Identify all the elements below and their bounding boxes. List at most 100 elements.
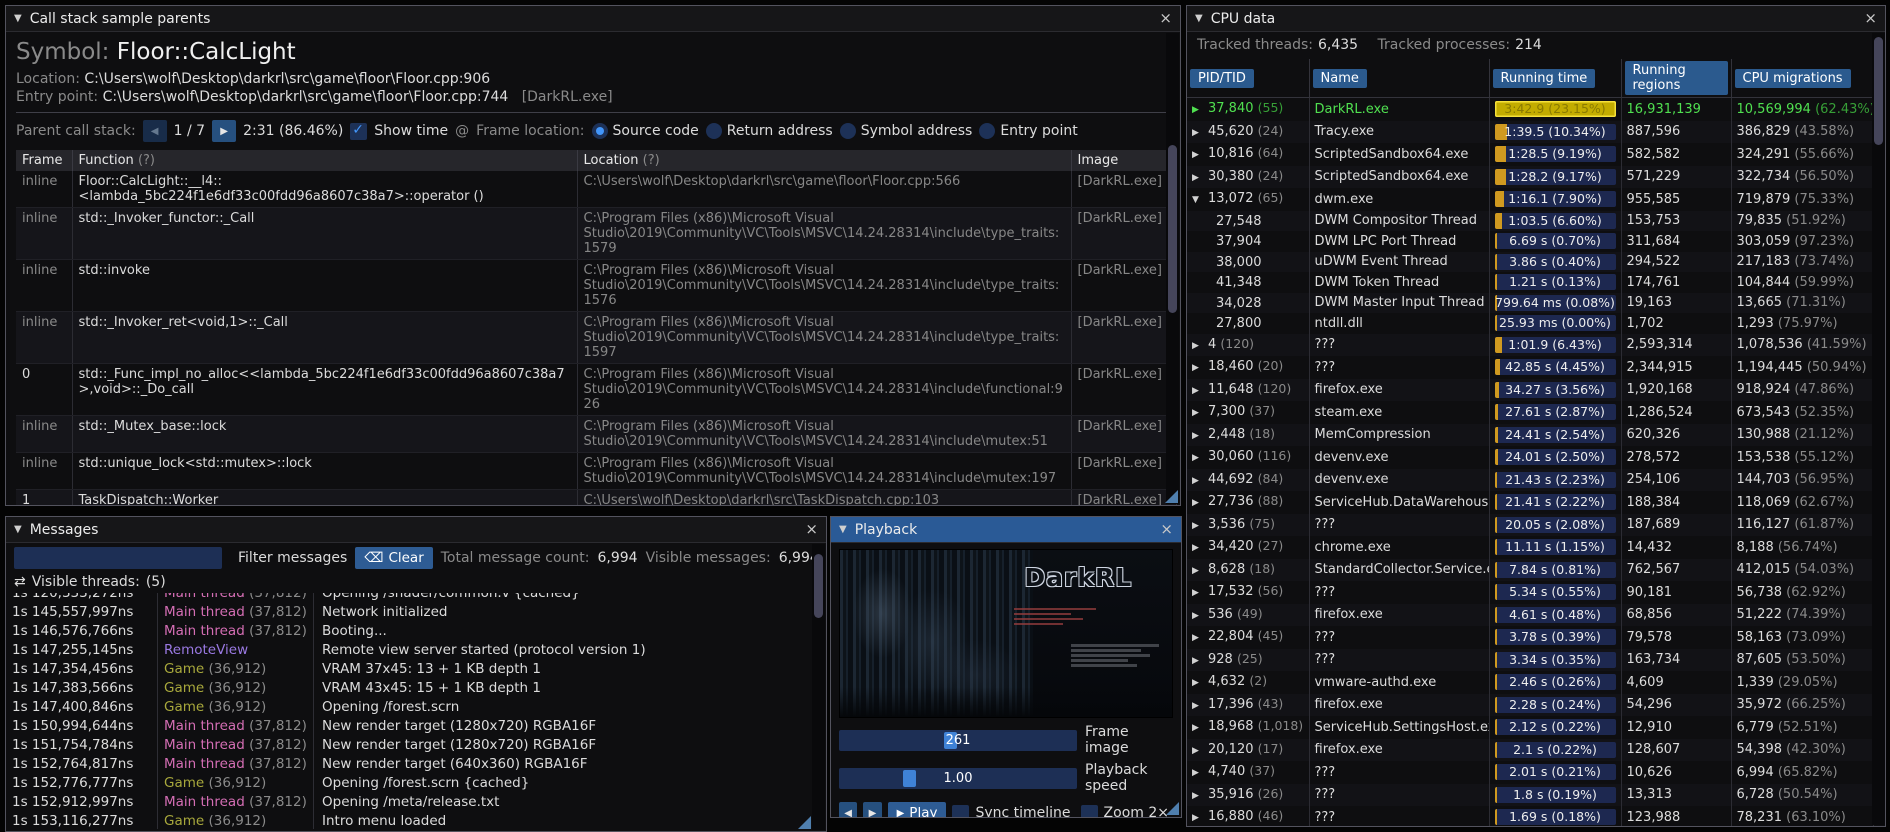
message-filter-input[interactable]	[14, 547, 222, 569]
cpu-process-row[interactable]: ▶ 30,060 (116) devenv.exe 24.01 s (2.50%)…	[1187, 446, 1874, 469]
pid-cell[interactable]: ▶ 30,060 (116)	[1187, 446, 1310, 469]
message-row[interactable]: 1s 146,576,766ns Main thread (37,812) Bo…	[6, 622, 826, 641]
collapse-icon[interactable]: ▼	[14, 524, 22, 535]
col-header-name[interactable]: Name	[1309, 59, 1490, 98]
function-cell[interactable]: std::_Func_impl_no_alloc<<lambda_5bc224f…	[72, 363, 578, 416]
pid-cell[interactable]: ▶ 35,916 (26)	[1187, 783, 1310, 806]
function-cell[interactable]: Floor::CalcLight::__l4::<lambda_5bc224f1…	[72, 171, 578, 208]
pid-cell[interactable]: ▶ 34,420 (27)	[1187, 536, 1310, 559]
message-row[interactable]: 1s 152,912,997ns Main thread (37,812) Op…	[6, 793, 826, 812]
expand-icon[interactable]: ▶	[1192, 169, 1208, 189]
pid-cell[interactable]: ▶ 17,396 (43)	[1187, 693, 1310, 717]
expand-icon[interactable]: ▶	[1192, 674, 1208, 694]
playback-titlebar[interactable]: ▼ Playback ×	[831, 517, 1181, 543]
cpu-process-row[interactable]: ▶ 20,120 (17) firefox.exe 2.1 s (0.22%) 1…	[1187, 738, 1874, 761]
expand-icon[interactable]: ▶	[1192, 652, 1208, 672]
cpu-process-row[interactable]: ▶ 8,628 (18) StandardCollector.Service.e …	[1187, 558, 1874, 582]
expand-icon[interactable]: ▶	[1192, 404, 1208, 424]
expand-icon[interactable]: ▶	[1192, 472, 1208, 492]
message-row[interactable]: 1s 147,354,456ns Game (36,912) VRAM 37x4…	[6, 660, 826, 679]
location-cell[interactable]: C:\Program Files (x86)\Microsoft Visual …	[577, 452, 1072, 490]
zoom-2x-checkbox[interactable]	[1080, 804, 1098, 817]
function-cell[interactable]: std::invoke	[72, 259, 578, 312]
clear-button[interactable]: ⌫ Clear	[355, 547, 433, 569]
radio-icon[interactable]	[591, 123, 608, 139]
message-row[interactable]: 1s 151,754,784ns Main thread (37,812) Ne…	[6, 736, 826, 755]
callstack-frame-row[interactable]: 0 std::_Func_impl_no_alloc<<lambda_5bc22…	[16, 363, 1177, 416]
close-icon[interactable]: ×	[805, 522, 818, 537]
expand-icon[interactable]: ▶	[1192, 629, 1208, 649]
function-cell[interactable]: TaskDispatch::Worker	[72, 489, 578, 505]
pid-cell[interactable]: ▼ 13,072 (65)	[1187, 188, 1310, 211]
pid-cell[interactable]: ▶ 7,300 (37)	[1187, 401, 1310, 424]
col-header-pid[interactable]: PID/TID	[1187, 59, 1310, 98]
expand-icon[interactable]: ▶	[1192, 101, 1208, 121]
pid-cell[interactable]: 38,000	[1187, 251, 1310, 272]
expand-icon[interactable]: ▼	[1192, 191, 1208, 211]
pid-cell[interactable]: 34,028	[1187, 292, 1310, 313]
message-row[interactable]: 1s 147,400,846ns Game (36,912) Opening /…	[6, 698, 826, 717]
frame-location-radio[interactable]: Symbol address	[839, 123, 972, 139]
frame-location-radio[interactable]: Source code	[591, 123, 699, 139]
pid-cell[interactable]: ▶ 18,968 (1,018)	[1187, 716, 1310, 739]
message-row[interactable]: 1s 147,255,145ns RemoteView (18,796) Rem…	[6, 641, 826, 660]
cpu-process-row[interactable]: 34,028 DWM Master Input Thread 799.64 ms…	[1187, 292, 1874, 313]
expand-icon[interactable]: ▶	[1192, 382, 1208, 402]
cpu-process-row[interactable]: 37,904 DWM LPC Port Thread 6.69 s (0.70%…	[1187, 231, 1874, 252]
cpu-process-row[interactable]: ▶ 2,448 (18) MemCompression 24.41 s (2.54…	[1187, 423, 1874, 447]
cpu-process-row[interactable]: 41,348 DWM Token Thread 1.21 s (0.13%) 1…	[1187, 272, 1874, 293]
messages-scrollbar[interactable]	[812, 544, 825, 830]
pid-cell[interactable]: ▶ 8,628 (18)	[1187, 558, 1310, 582]
expand-icon[interactable]: ▶	[1192, 562, 1208, 582]
message-row[interactable]: 1s 153,116,277ns Game (36,912) Intro men…	[6, 812, 826, 829]
pid-cell[interactable]: ▶ 11,648 (120)	[1187, 378, 1310, 402]
next-callstack-button[interactable]: ▶	[212, 120, 237, 142]
cpu-process-row[interactable]: ▶ 17,396 (43) firefox.exe 2.28 s (0.24%) …	[1187, 693, 1874, 717]
cpu-process-row[interactable]: ▶ 18,460 (20) ??? 42.85 s (4.45%) 2,344,9…	[1187, 356, 1874, 379]
collapse-icon[interactable]: ▼	[1195, 13, 1203, 24]
pid-cell[interactable]: ▶ 27,736 (88)	[1187, 491, 1310, 514]
message-row[interactable]: 1s 152,776,777ns Game (36,912) Opening /…	[6, 774, 826, 793]
cpu-process-row[interactable]: ▶ 928 (25) ??? 3.34 s (0.35%) 163,734 87,…	[1187, 648, 1874, 672]
cpu-process-row[interactable]: ▶ 35,916 (26) ??? 1.8 s (0.19%) 13,313 6,…	[1187, 783, 1874, 806]
cpu-scrollbar[interactable]	[1872, 33, 1885, 825]
expand-icon[interactable]: ▶	[1192, 517, 1208, 537]
expand-icon[interactable]: ▶	[1192, 584, 1208, 604]
col-header-cpu-migrations[interactable]: CPU migrations	[1731, 59, 1874, 98]
cpu-process-row[interactable]: ▶ 4,632 (2) vmware-authd.exe 2.46 s (0.26…	[1187, 671, 1874, 694]
close-icon[interactable]: ×	[1864, 11, 1877, 26]
location-cell[interactable]: C:\Users\wolf\Desktop\darkrl\src\TaskDis…	[577, 489, 1072, 505]
expand-icon[interactable]: ▶	[1192, 809, 1208, 826]
pid-cell[interactable]: 41,348	[1187, 272, 1310, 293]
resize-grip[interactable]	[1166, 802, 1179, 815]
cpu-process-row[interactable]: ▶ 44,692 (84) devenv.exe 21.43 s (2.23%) …	[1187, 468, 1874, 492]
cpu-process-row[interactable]: ▶ 3,536 (75) ??? 20.05 s (2.08%) 187,689 …	[1187, 513, 1874, 537]
pid-cell[interactable]: ▶ 4 (120)	[1187, 333, 1310, 356]
location-cell[interactable]: C:\Program Files (x86)\Microsoft Visual …	[577, 259, 1072, 312]
callstack-titlebar[interactable]: ▼ Call stack sample parents ×	[6, 6, 1180, 32]
pid-cell[interactable]: ▶ 30,380 (24)	[1187, 165, 1310, 189]
cpu-process-row[interactable]: ▶ 37,840 (55) DarkRL.exe 3:42.9 (23.15%) …	[1187, 97, 1874, 121]
location-cell[interactable]: C:\Program Files (x86)\Microsoft Visual …	[577, 363, 1072, 416]
cpu-process-row[interactable]: ▶ 22,804 (45) ??? 3.78 s (0.39%) 79,578 5…	[1187, 626, 1874, 649]
pid-cell[interactable]: ▶ 45,620 (24)	[1187, 120, 1310, 143]
pid-cell[interactable]: 27,548	[1187, 210, 1310, 231]
cpu-process-row[interactable]: ▶ 27,736 (88) ServiceHub.DataWarehouse 21…	[1187, 491, 1874, 514]
cpu-process-row[interactable]: ▶ 45,620 (24) Tracy.exe 1:39.5 (10.34%) 8…	[1187, 120, 1874, 143]
pid-cell[interactable]: 27,800	[1187, 313, 1310, 334]
message-row[interactable]: 1s 152,764,817ns Main thread (37,812) Ne…	[6, 755, 826, 774]
message-row[interactable]: 1s 150,994,644ns Main thread (37,812) Ne…	[6, 717, 826, 736]
expand-icon[interactable]: ▶	[1192, 607, 1208, 627]
location-cell[interactable]: C:\Program Files (x86)\Microsoft Visual …	[577, 311, 1072, 364]
cpu-process-row[interactable]: ▶ 7,300 (37) steam.exe 27.61 s (2.87%) 1,…	[1187, 401, 1874, 424]
cpu-process-row[interactable]: ▼ 13,072 (65) dwm.exe 1:16.1 (7.90%) 955,…	[1187, 188, 1874, 211]
callstack-scrollbar[interactable]	[1166, 33, 1179, 504]
play-button[interactable]: ▶ Play	[887, 802, 947, 817]
cpu-process-row[interactable]: ▶ 34,420 (27) chrome.exe 11.11 s (1.15%) …	[1187, 536, 1874, 559]
expand-icon[interactable]: ▶	[1192, 427, 1208, 447]
expand-icon[interactable]: ▶	[1192, 539, 1208, 559]
col-header-running-regions[interactable]: Running regions	[1621, 59, 1732, 98]
visible-threads-toggle[interactable]: ⇄ Visible threads: (5)	[6, 573, 826, 593]
callstack-frame-row[interactable]: 1 TaskDispatch::Worker C:\Users\wolf\Des…	[16, 489, 1177, 505]
expand-icon[interactable]: ▶	[1192, 697, 1208, 717]
